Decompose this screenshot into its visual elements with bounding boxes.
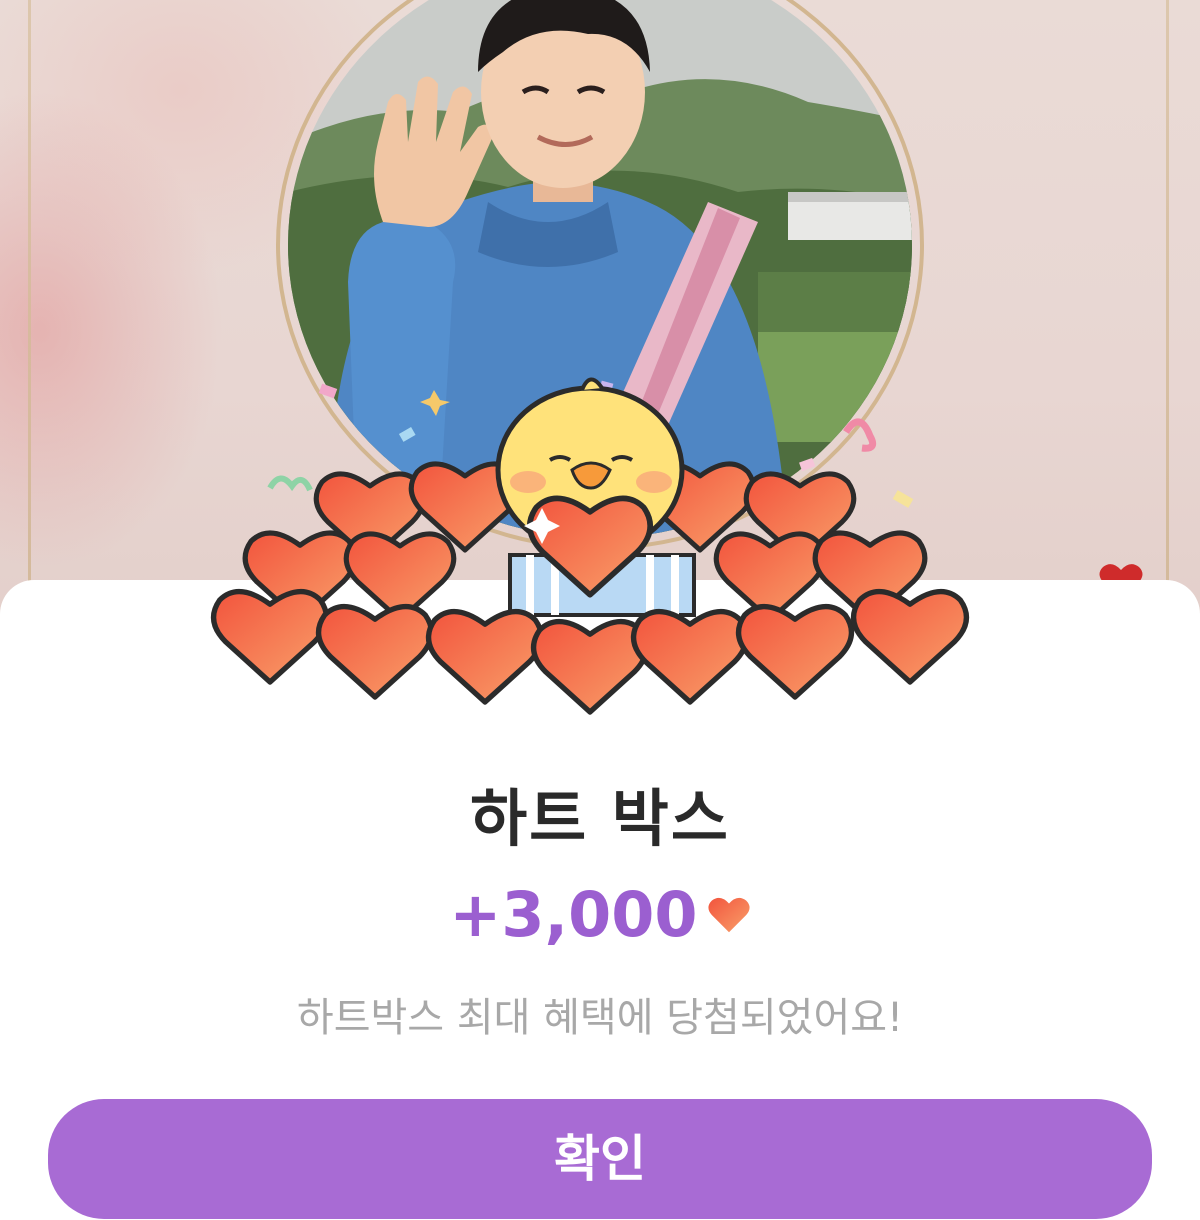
- confirm-button[interactable]: 확인: [48, 1099, 1152, 1219]
- frame-line-right: [1166, 0, 1169, 610]
- reward-message: 하트박스 최대 혜택에 당첨되었어요!: [296, 995, 904, 1041]
- reward-amount-row: +3,000: [0, 878, 1200, 951]
- heart-icon: [708, 897, 750, 932]
- reward-title: 하트 박스: [470, 782, 730, 855]
- heart-box-illustration: [210, 377, 1000, 730]
- frame-line-left: [28, 0, 31, 610]
- reward-amount: +3,000: [449, 878, 698, 951]
